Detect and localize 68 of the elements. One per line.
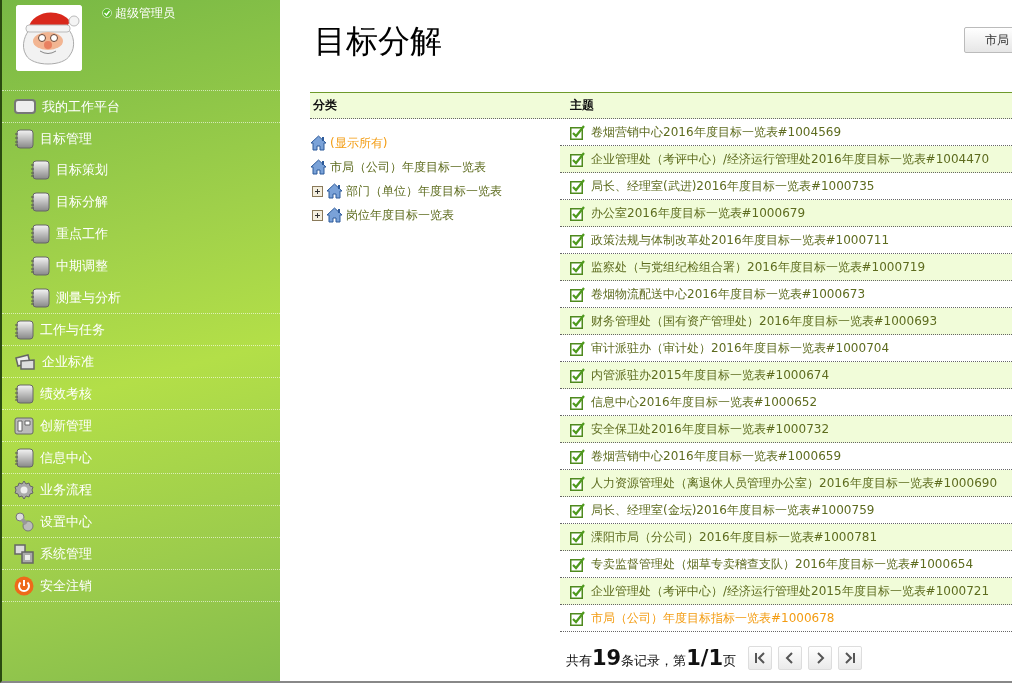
skip-right-icon bbox=[844, 652, 856, 664]
checkbox[interactable] bbox=[570, 448, 585, 464]
checkbox[interactable] bbox=[570, 340, 585, 356]
windows-icon bbox=[14, 543, 34, 564]
first-page-button[interactable] bbox=[748, 646, 772, 670]
notebook-icon bbox=[30, 256, 50, 276]
notebook-icon bbox=[14, 383, 34, 404]
house-icon bbox=[310, 159, 327, 175]
topic-link[interactable]: 审计派驻办（审计处）2016年度目标一览表#1000704 bbox=[591, 339, 890, 357]
previous-page-button[interactable] bbox=[778, 646, 802, 670]
notebook-icon bbox=[14, 319, 34, 340]
topic-link[interactable]: 政策法规与体制改革处2016年度目标一览表#1000711 bbox=[591, 231, 890, 249]
expand-icon[interactable] bbox=[312, 209, 323, 221]
checkbox[interactable] bbox=[570, 313, 585, 329]
skip-left-icon bbox=[754, 652, 766, 664]
checkbox[interactable] bbox=[570, 475, 585, 491]
topic-link[interactable]: 卷烟营销中心2016年度目标一览表#1000659 bbox=[591, 447, 842, 465]
notebook-icon bbox=[30, 287, 50, 308]
city-button[interactable]: 市局 bbox=[964, 27, 1012, 53]
topic-link[interactable]: 卷烟物流配送中心2016年度目标一览表#1000673 bbox=[591, 285, 866, 303]
house-icon bbox=[326, 207, 343, 223]
checkbox[interactable] bbox=[570, 529, 585, 545]
chevron-right-icon bbox=[814, 652, 826, 664]
last-page-button[interactable] bbox=[838, 646, 862, 670]
user-role: 超级管理员 bbox=[115, 4, 175, 22]
checkbox[interactable] bbox=[570, 286, 585, 302]
avatar-drawing bbox=[16, 5, 82, 71]
topic-link[interactable]: 局长、经理室(金坛)2016年度目标一览表#1000759 bbox=[591, 501, 875, 519]
checkbox[interactable] bbox=[570, 421, 585, 437]
topic-link[interactable]: 信息中心2016年度目标一览表#1000652 bbox=[591, 393, 818, 411]
record-summary: 共有19条记录，第1/1页 bbox=[566, 646, 738, 670]
house-icon bbox=[326, 183, 343, 199]
monitor-icon bbox=[14, 97, 36, 116]
checkbox[interactable] bbox=[570, 502, 585, 518]
checkbox[interactable] bbox=[570, 232, 585, 248]
topic-link[interactable]: 局长、经理室(武进)2016年度目标一览表#1000735 bbox=[591, 177, 875, 195]
checkbox[interactable] bbox=[570, 124, 585, 140]
expand-icon[interactable] bbox=[312, 185, 323, 197]
house-icon bbox=[310, 135, 327, 151]
notebook-icon bbox=[14, 447, 34, 468]
checkbox[interactable] bbox=[570, 259, 585, 275]
checkbox[interactable] bbox=[570, 151, 585, 167]
tree-item[interactable]: 部门（单位）年度目标一览表 bbox=[346, 182, 502, 200]
checkbox[interactable] bbox=[570, 583, 585, 599]
cards-icon bbox=[14, 352, 36, 371]
chevron-left-icon bbox=[784, 652, 796, 664]
book-icon bbox=[14, 415, 34, 436]
next-page-button[interactable] bbox=[808, 646, 832, 670]
checkbox[interactable] bbox=[570, 556, 585, 572]
topic-link[interactable]: 卷烟营销中心2016年度目标一览表#1004569 bbox=[591, 123, 842, 141]
gear-icon bbox=[14, 479, 34, 500]
page-title: 目标分解 bbox=[314, 21, 442, 62]
tree-item[interactable]: 岗位年度目标一览表 bbox=[346, 206, 454, 224]
chain-icon bbox=[14, 511, 34, 532]
checkbox[interactable] bbox=[570, 205, 585, 221]
column-header: 主题 bbox=[569, 97, 595, 114]
checkbox[interactable] bbox=[570, 394, 585, 410]
checkbox[interactable] bbox=[570, 178, 585, 194]
notebook-icon bbox=[14, 128, 34, 149]
checkbox[interactable] bbox=[570, 610, 585, 626]
power-icon bbox=[14, 575, 34, 596]
column-header: 分类 bbox=[312, 97, 338, 114]
notebook-icon bbox=[30, 224, 50, 244]
tree-item[interactable]: 市局（公司）年度目标一览表 bbox=[330, 158, 486, 176]
topic-link[interactable]: 专卖监督管理处（烟草专卖稽查支队）2016年度目标一览表#1000654 bbox=[591, 555, 974, 573]
notebook-icon bbox=[30, 192, 50, 212]
notebook-icon bbox=[30, 160, 50, 180]
checkbox[interactable] bbox=[570, 367, 585, 383]
